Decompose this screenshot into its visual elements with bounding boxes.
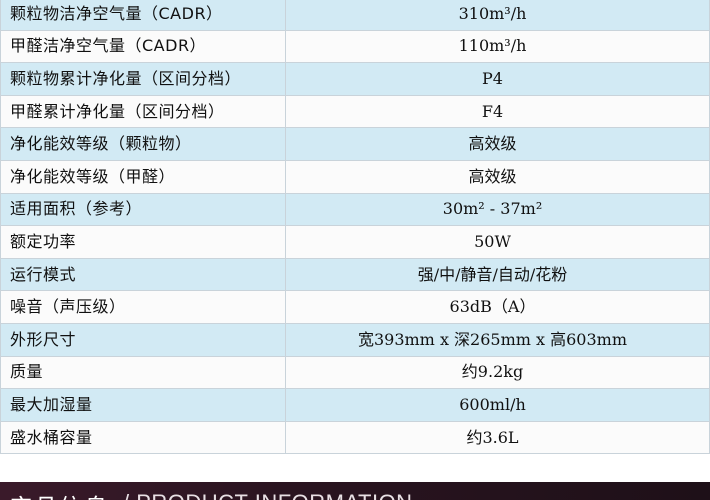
spec-row-power: 额定功率 50W (0, 225, 710, 259)
spec-value: 50W (285, 225, 710, 259)
spec-label: 颗粒物累计净化量（区间分档） (0, 62, 286, 96)
spec-value: F4 (285, 94, 710, 129)
spec-value: 高效级 (285, 127, 710, 161)
spec-label: 甲醛洁净空气量（CADR） (0, 29, 286, 64)
spec-row-efficiency-formaldehyde: 净化能效等级（甲醛） 高效级 (0, 159, 710, 194)
spec-label: 净化能效等级（甲醛） (0, 159, 286, 194)
section-subtitle: / PRODUCT INFORMATION (123, 490, 413, 500)
spec-value: 600ml/h (285, 388, 710, 422)
spec-label: 最大加湿量 (0, 388, 286, 422)
spec-row-noise: 噪音（声压级） 63dB（A） (0, 290, 710, 324)
section-title: 产品信息 (9, 488, 109, 500)
spec-row-formaldehyde-cadr: 甲醛洁净空气量（CADR） 110m³/h (0, 29, 710, 64)
spec-label: 盛水桶容量 (0, 420, 286, 455)
spec-row-modes: 运行模式 强/中/静音/自动/花粉 (0, 257, 710, 292)
spec-table: 颗粒物洁净空气量（CADR） 310m³/h 甲醛洁净空气量（CADR） 110… (0, 0, 710, 455)
spec-row-particle-cadr: 颗粒物洁净空气量（CADR） 310m³/h (0, 0, 710, 31)
spec-table-body: 颗粒物洁净空气量（CADR） 310m³/h 甲醛洁净空气量（CADR） 110… (0, 0, 710, 455)
section-spacer (0, 468, 710, 482)
spec-label: 净化能效等级（颗粒物） (0, 127, 286, 161)
spec-label: 甲醛累计净化量（区间分档） (0, 94, 286, 129)
spec-label: 额定功率 (0, 225, 286, 259)
spec-value: P4 (285, 62, 710, 96)
spec-label: 适用面积（参考） (0, 192, 286, 227)
product-spec-page: 颗粒物洁净空气量（CADR） 310m³/h 甲醛洁净空气量（CADR） 110… (0, 0, 710, 500)
spec-label: 质量 (0, 355, 286, 390)
spec-row-formaldehyde-cumulative: 甲醛累计净化量（区间分档） F4 (0, 94, 710, 129)
spec-value: 宽393mm x 深265mm x 高603mm (285, 322, 710, 357)
spec-label: 运行模式 (0, 257, 286, 292)
spec-label: 噪音（声压级） (0, 290, 286, 324)
spec-value: 约9.2kg (285, 355, 710, 390)
spec-row-tank-capacity: 盛水桶容量 约3.6L (0, 420, 710, 455)
spec-row-efficiency-particle: 净化能效等级（颗粒物） 高效级 (0, 127, 710, 161)
spec-row-area: 适用面积（参考） 30m² - 37m² (0, 192, 710, 227)
product-info-header: 产品信息 / PRODUCT INFORMATION (0, 482, 710, 500)
spec-value: 110m³/h (285, 29, 710, 64)
spec-value: 63dB（A） (285, 290, 710, 324)
spec-value: 310m³/h (285, 0, 710, 31)
spec-row-dimensions: 外形尺寸 宽393mm x 深265mm x 高603mm (0, 322, 710, 357)
spec-row-humidification: 最大加湿量 600ml/h (0, 388, 710, 422)
spec-label: 颗粒物洁净空气量（CADR） (0, 0, 286, 31)
spec-value: 约3.6L (285, 420, 710, 455)
spec-value: 强/中/静音/自动/花粉 (285, 257, 710, 292)
spec-value: 高效级 (285, 159, 710, 194)
spec-label: 外形尺寸 (0, 322, 286, 357)
spec-row-particle-cumulative: 颗粒物累计净化量（区间分档） P4 (0, 62, 710, 96)
spec-row-weight: 质量 约9.2kg (0, 355, 710, 390)
spec-value: 30m² - 37m² (285, 192, 710, 227)
